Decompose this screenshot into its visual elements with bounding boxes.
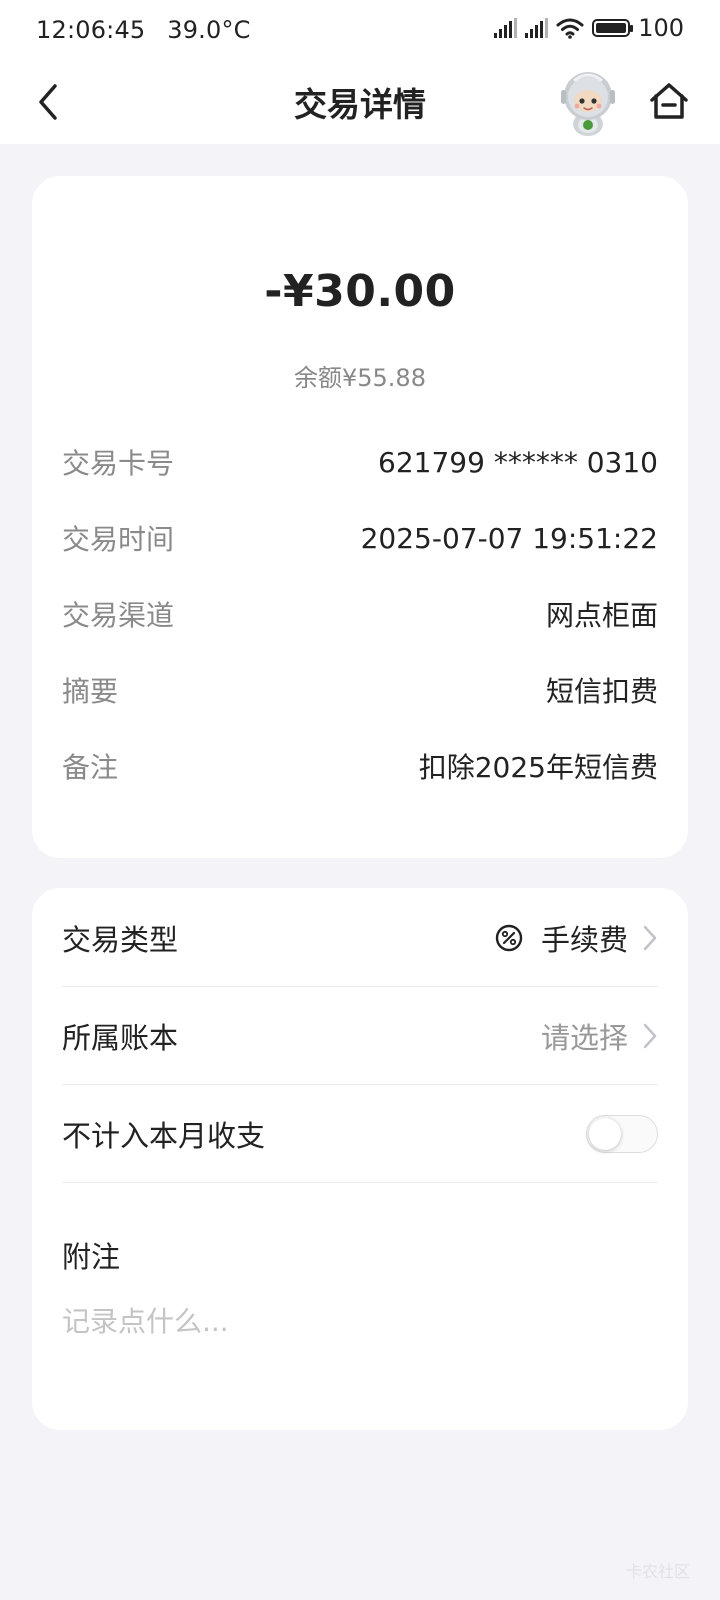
transaction-summary-card: -¥30.00 余额¥55.88 交易卡号 621799 ****** 0310… [32, 176, 688, 858]
detail-value: 2025-07-07 19:51:22 [360, 521, 658, 555]
memo-input[interactable] [62, 1296, 658, 1346]
transaction-type-value-group: 手续费 [495, 917, 658, 959]
detail-row-time: 交易时间 2025-07-07 19:51:22 [62, 516, 658, 560]
status-bar: 12:06:45 39.0°C 100 [0, 0, 720, 62]
signal-icon [525, 18, 549, 38]
home-button[interactable] [646, 78, 692, 124]
transaction-type-value: 手续费 [540, 923, 628, 957]
detail-row-card-number: 交易卡号 621799 ****** 0310 [62, 440, 658, 484]
status-temperature: 39.0°C [167, 16, 251, 44]
exclude-monthly-toggle[interactable] [586, 1115, 658, 1153]
status-right: 100 [494, 14, 684, 42]
detail-label: 备注 [62, 751, 119, 784]
battery-level-text: 100 [638, 14, 684, 42]
watermark: 卡农社区 [625, 1562, 690, 1581]
battery-icon [592, 19, 634, 37]
transaction-type-label: 交易类型 [62, 923, 179, 957]
detail-label: 交易卡号 [62, 447, 175, 480]
ledger-label: 所属账本 [62, 1021, 179, 1055]
transaction-settings-card: 交易类型 手续费 所属账本 请选择 不计入本月收支 附注 [32, 888, 688, 1430]
robot-assistant-icon [561, 72, 615, 136]
exclude-monthly-label: 不计入本月收支 [62, 1119, 266, 1153]
detail-value: 扣除2025年短信费 [418, 751, 658, 784]
memo-label: 附注 [62, 1240, 121, 1274]
exclude-monthly-row: 不计入本月收支 [62, 1084, 658, 1184]
assistant-button[interactable] [555, 68, 621, 138]
detail-label: 交易渠道 [62, 599, 175, 632]
transaction-amount: -¥30.00 [264, 266, 456, 317]
balance-text: 余额¥55.88 [294, 364, 426, 392]
ledger-value-group: 请选择 [541, 1015, 658, 1057]
ledger-row[interactable]: 所属账本 请选择 [62, 986, 658, 1086]
ledger-select-placeholder: 请选择 [540, 1021, 628, 1055]
divider [62, 1182, 658, 1183]
detail-label: 摘要 [62, 675, 119, 708]
status-time: 12:06:45 [36, 16, 146, 44]
wifi-icon [556, 18, 584, 39]
detail-row-channel: 交易渠道 网点柜面 [62, 592, 658, 636]
detail-label: 交易时间 [62, 523, 175, 556]
toggle-knob [589, 1118, 621, 1150]
navigation-bar: 交易详情 [0, 62, 720, 144]
signal-icon [494, 18, 518, 38]
chevron-right-icon [643, 925, 657, 951]
detail-value: 网点柜面 [545, 599, 658, 632]
transaction-type-row[interactable]: 交易类型 手续费 [62, 888, 658, 988]
chevron-right-icon [643, 1023, 657, 1049]
home-icon [650, 83, 688, 119]
detail-value: 短信扣费 [545, 675, 658, 708]
detail-row-remark: 备注 扣除2025年短信费 [62, 744, 658, 788]
percent-icon [495, 924, 523, 952]
detail-value: 621799 ****** 0310 [378, 445, 658, 479]
detail-row-summary: 摘要 短信扣费 [62, 668, 658, 712]
status-left: 12:06:45 39.0°C [36, 16, 265, 44]
